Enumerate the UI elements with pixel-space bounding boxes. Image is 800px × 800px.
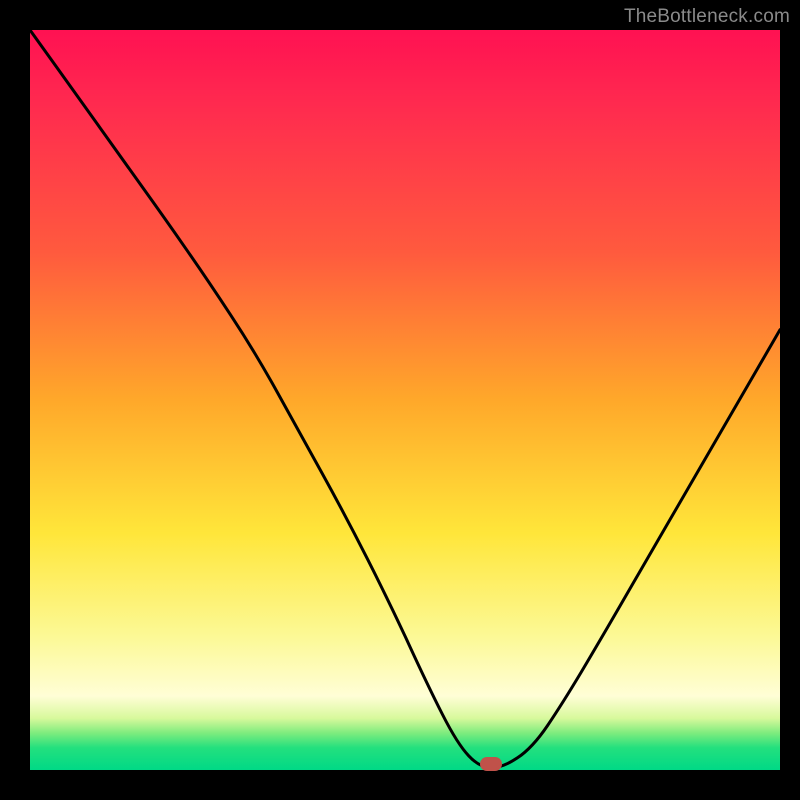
watermark-text: TheBottleneck.com — [624, 6, 790, 28]
plot-area — [30, 30, 780, 770]
minimum-marker — [480, 757, 502, 771]
bottleneck-curve — [30, 30, 780, 770]
chart-frame: TheBottleneck.com — [0, 0, 800, 800]
